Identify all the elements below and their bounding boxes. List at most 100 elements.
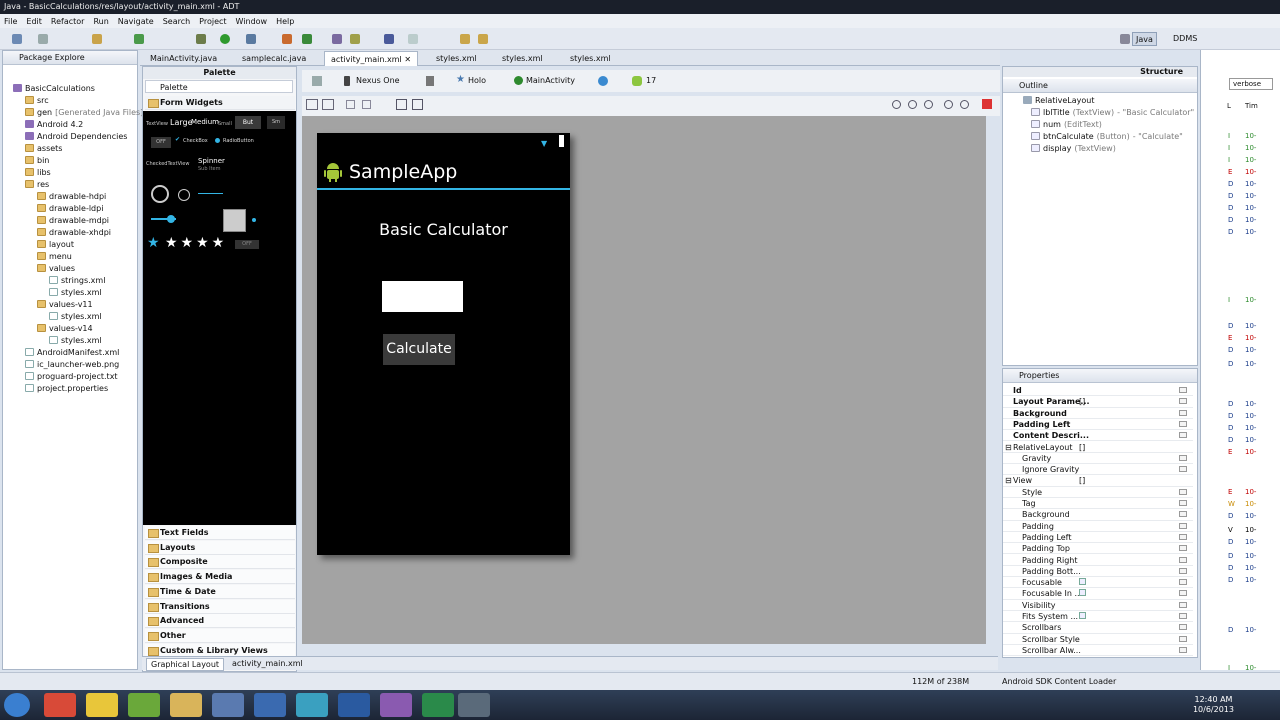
new-java-project-icon[interactable] [282, 34, 292, 44]
tree-item[interactable]: src [25, 95, 49, 107]
property-row[interactable]: Id [1003, 385, 1193, 397]
media-player-icon[interactable] [338, 693, 370, 717]
more-icon[interactable] [1179, 556, 1187, 563]
tree-item[interactable]: proguard-project.txt [25, 371, 118, 383]
pin-icon[interactable] [384, 34, 394, 44]
save-icon[interactable] [38, 34, 48, 44]
tree-item[interactable]: libs [25, 167, 51, 179]
adt-icon[interactable] [458, 693, 490, 717]
tree-item[interactable]: Android Dependencies [25, 131, 127, 143]
widget-checked-textview[interactable]: CheckedTextView [146, 161, 189, 167]
property-row[interactable]: Ignore Gravity [1003, 464, 1193, 476]
checkbox-icon[interactable] [1079, 612, 1086, 619]
palette-category[interactable]: Time & Date [145, 584, 295, 599]
memory-usage[interactable]: 112M of 238M [912, 677, 969, 686]
palette-category[interactable]: Images & Media [145, 570, 295, 585]
close-icon[interactable]: ✕ [404, 55, 411, 64]
property-row[interactable]: Background [1003, 509, 1193, 521]
chrome-icon[interactable] [44, 693, 76, 717]
more-icon[interactable] [1179, 454, 1187, 461]
property-row[interactable]: ⊟ RelativeLayout [] [1003, 442, 1193, 453]
outline-node[interactable]: num (EditText) [1031, 119, 1105, 131]
lbl-title-textview[interactable]: Basic Calculator [317, 220, 570, 239]
property-row[interactable]: Padding [1003, 521, 1193, 532]
tree-item[interactable]: drawable-ldpi [37, 203, 103, 215]
tree-item[interactable]: styles.xml [49, 311, 102, 323]
more-icon[interactable] [1179, 545, 1187, 552]
property-row[interactable]: Scrollbar Style [1003, 634, 1193, 645]
tree-item[interactable]: values-v14 [37, 323, 93, 335]
outline-node[interactable]: lblTitle (TextView) - "Basic Calculator" [1031, 107, 1194, 119]
more-icon[interactable] [1179, 387, 1187, 393]
tree-item[interactable]: project.properties [25, 383, 108, 395]
collapse-icon[interactable]: ⊟ [1005, 442, 1012, 453]
more-icon[interactable] [1179, 635, 1187, 642]
menu-run[interactable]: Run [93, 17, 108, 26]
progress-large-icon[interactable] [151, 185, 169, 203]
widget-switch[interactable]: OFF [235, 240, 259, 249]
tree-item[interactable]: AndroidManifest.xml [25, 347, 119, 359]
snipping-icon[interactable] [296, 693, 328, 717]
palette-category[interactable]: Text Fields [145, 526, 295, 540]
property-row[interactable]: Fits System ... [1003, 611, 1193, 623]
property-row[interactable]: Focusable [1003, 577, 1193, 589]
tab-xml-source[interactable]: activity_main.xml [228, 658, 307, 669]
btn-calculate[interactable]: Calculate [383, 334, 455, 365]
locale-globe-icon[interactable] [598, 76, 608, 86]
open-type-icon[interactable] [332, 34, 342, 44]
more-icon[interactable] [1179, 409, 1187, 416]
palette-category[interactable]: Composite [145, 555, 295, 570]
menu-navigate[interactable]: Navigate [118, 17, 154, 26]
clear-constraints-icon[interactable] [412, 99, 423, 110]
tree-item[interactable]: layout [37, 239, 74, 251]
property-row[interactable]: Style [1003, 487, 1193, 498]
menu-edit[interactable]: Edit [26, 17, 42, 26]
widget-spinner[interactable]: Spinner [198, 157, 225, 165]
run-icon[interactable] [220, 34, 230, 44]
perspective-java[interactable]: Java [1132, 32, 1157, 46]
new-class-icon[interactable] [302, 34, 312, 44]
more-icon[interactable] [1179, 613, 1187, 619]
menu-search[interactable]: Search [163, 17, 190, 26]
palette-header[interactable]: Palette [145, 80, 293, 93]
menu-project[interactable]: Project [199, 17, 226, 26]
device-preview[interactable]: ▼ SampleApp Basic Calculator Calculate [317, 133, 570, 555]
progress-small-icon[interactable] [178, 189, 190, 201]
notepad-icon[interactable] [128, 693, 160, 717]
widget-large-text[interactable]: Large [170, 118, 193, 127]
explorer-icon[interactable] [170, 693, 202, 717]
menu-help[interactable]: Help [276, 17, 294, 26]
tree-item[interactable]: gen [Generated Java Files] [25, 107, 143, 119]
tree-item[interactable]: drawable-hdpi [37, 191, 106, 203]
property-row[interactable]: Padding Top [1003, 543, 1193, 555]
tree-item[interactable]: BasicCalculations [13, 83, 95, 95]
api-level-selector[interactable]: 17 [646, 76, 656, 85]
property-row[interactable]: Scrollbars [1003, 622, 1193, 634]
back-icon[interactable] [460, 34, 470, 44]
property-row[interactable]: Focusable In ... [1003, 588, 1193, 600]
widget-checkbox[interactable]: CheckBox [183, 138, 208, 144]
progress-horizontal-icon[interactable] [198, 193, 223, 194]
property-row[interactable]: Scrollbar Alw... [1003, 645, 1193, 657]
zoom-fit-icon[interactable] [908, 100, 917, 109]
property-row[interactable]: ⊟ View [] [1003, 475, 1193, 487]
zoom-real-size-icon[interactable] [892, 100, 901, 109]
seekbar-thumb[interactable] [167, 215, 175, 223]
toggle-view-icon[interactable] [396, 99, 407, 110]
tree-item[interactable]: strings.xml [49, 275, 105, 287]
fill-height-icon[interactable] [322, 99, 334, 110]
device-selector[interactable]: Nexus One [356, 76, 400, 85]
checkbox-icon[interactable] [1079, 578, 1086, 586]
property-row[interactable]: Layout Parame...[] [1003, 396, 1193, 408]
more-icon[interactable] [1179, 466, 1187, 473]
lint-icon[interactable] [134, 34, 144, 44]
tree-item[interactable]: Android 4.2 [25, 119, 83, 131]
palette-category[interactable]: Advanced [145, 614, 295, 629]
more-icon[interactable] [1179, 624, 1187, 631]
taskbar-app-icon[interactable] [86, 693, 118, 717]
more-icon[interactable] [1179, 488, 1187, 495]
property-row[interactable]: Tag [1003, 498, 1193, 510]
more-icon[interactable] [1179, 398, 1187, 405]
tab-styles-3[interactable]: styles.xml [564, 51, 617, 66]
widget-small-button[interactable]: Sm [267, 116, 285, 129]
